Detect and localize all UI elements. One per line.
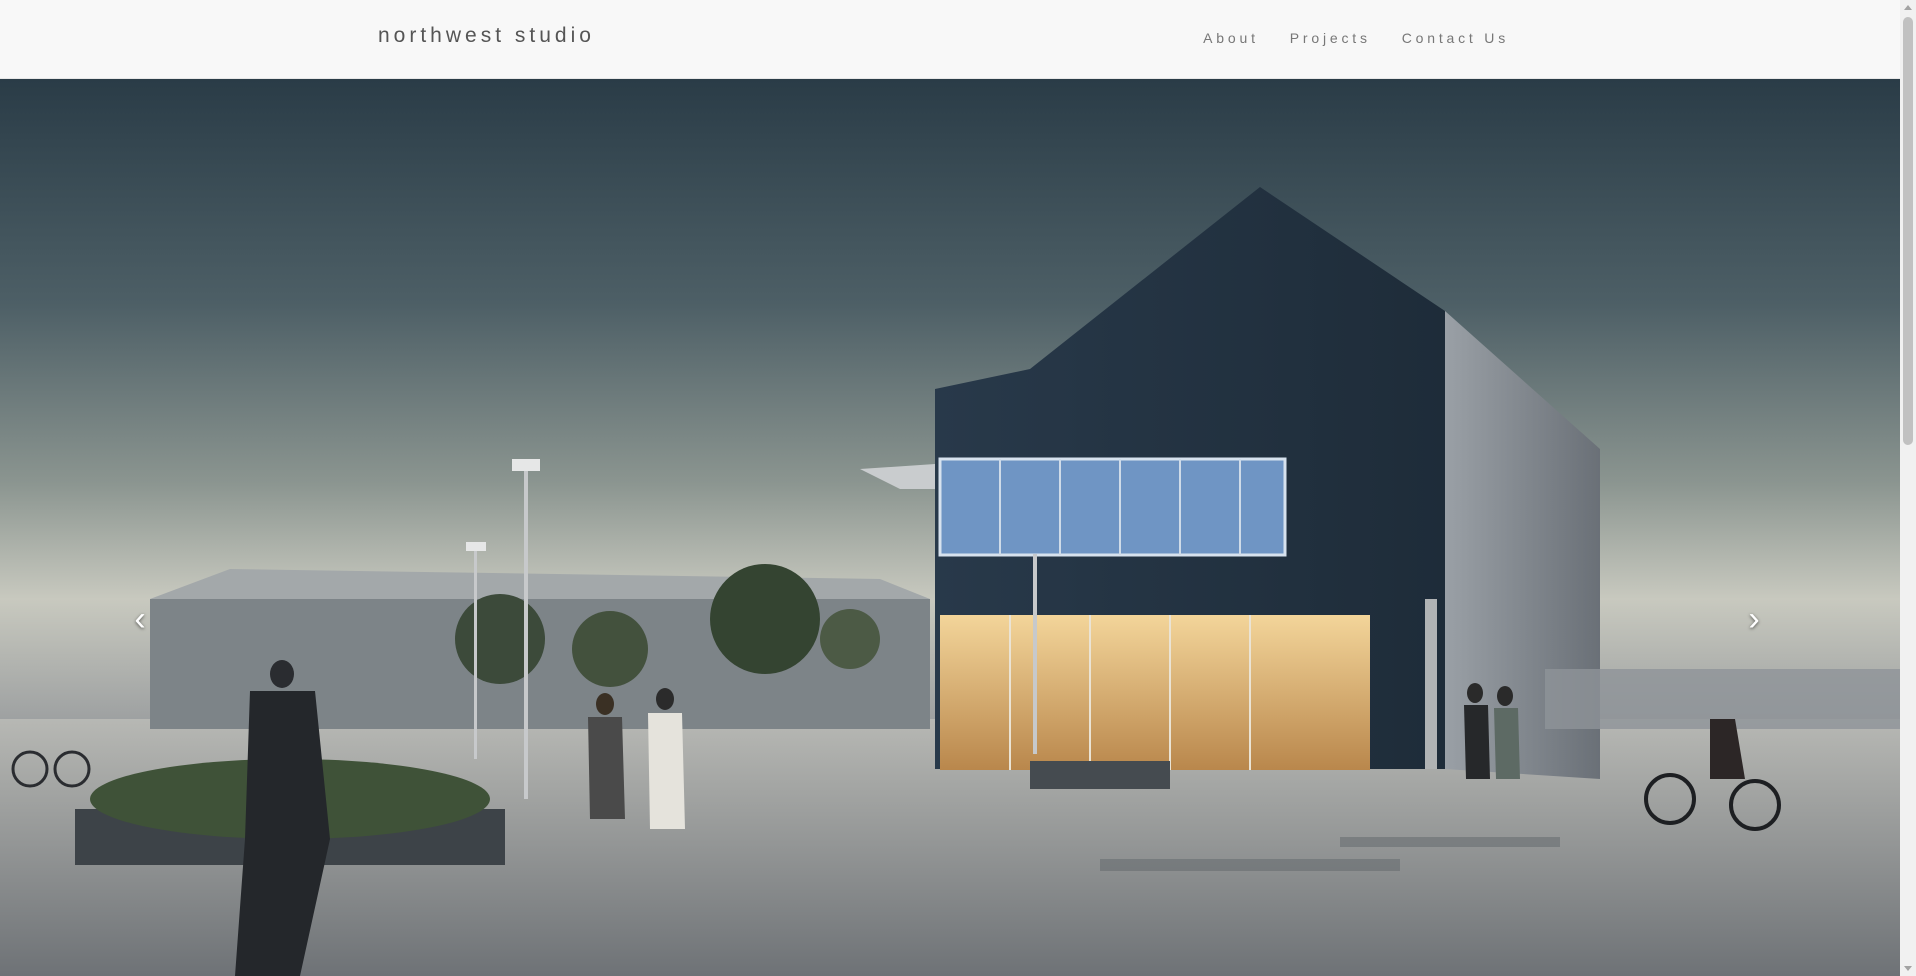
hero-carousel: ‹ › [0,79,1900,976]
brand-logo-link[interactable]: northwest studio [378,24,595,48]
carousel-prev-chevron-left-icon[interactable]: ‹ [120,599,160,639]
nav-links: About Projects Contact Us [1203,30,1509,46]
scroll-down-arrow-icon[interactable] [1904,966,1912,971]
nav-link-about[interactable]: About [1203,30,1259,46]
nav-link-projects[interactable]: Projects [1290,30,1371,46]
page-scrollbar[interactable] [1900,0,1916,976]
hero-image-architecture-rendering [0,187,1900,976]
nav-link-contact-us[interactable]: Contact Us [1402,30,1509,46]
top-navbar: northwest studio About Projects Contact … [0,0,1900,79]
carousel-next-chevron-right-icon[interactable]: › [1734,599,1774,639]
scrollbar-thumb[interactable] [1903,17,1913,445]
scroll-up-arrow-icon[interactable] [1904,5,1912,10]
